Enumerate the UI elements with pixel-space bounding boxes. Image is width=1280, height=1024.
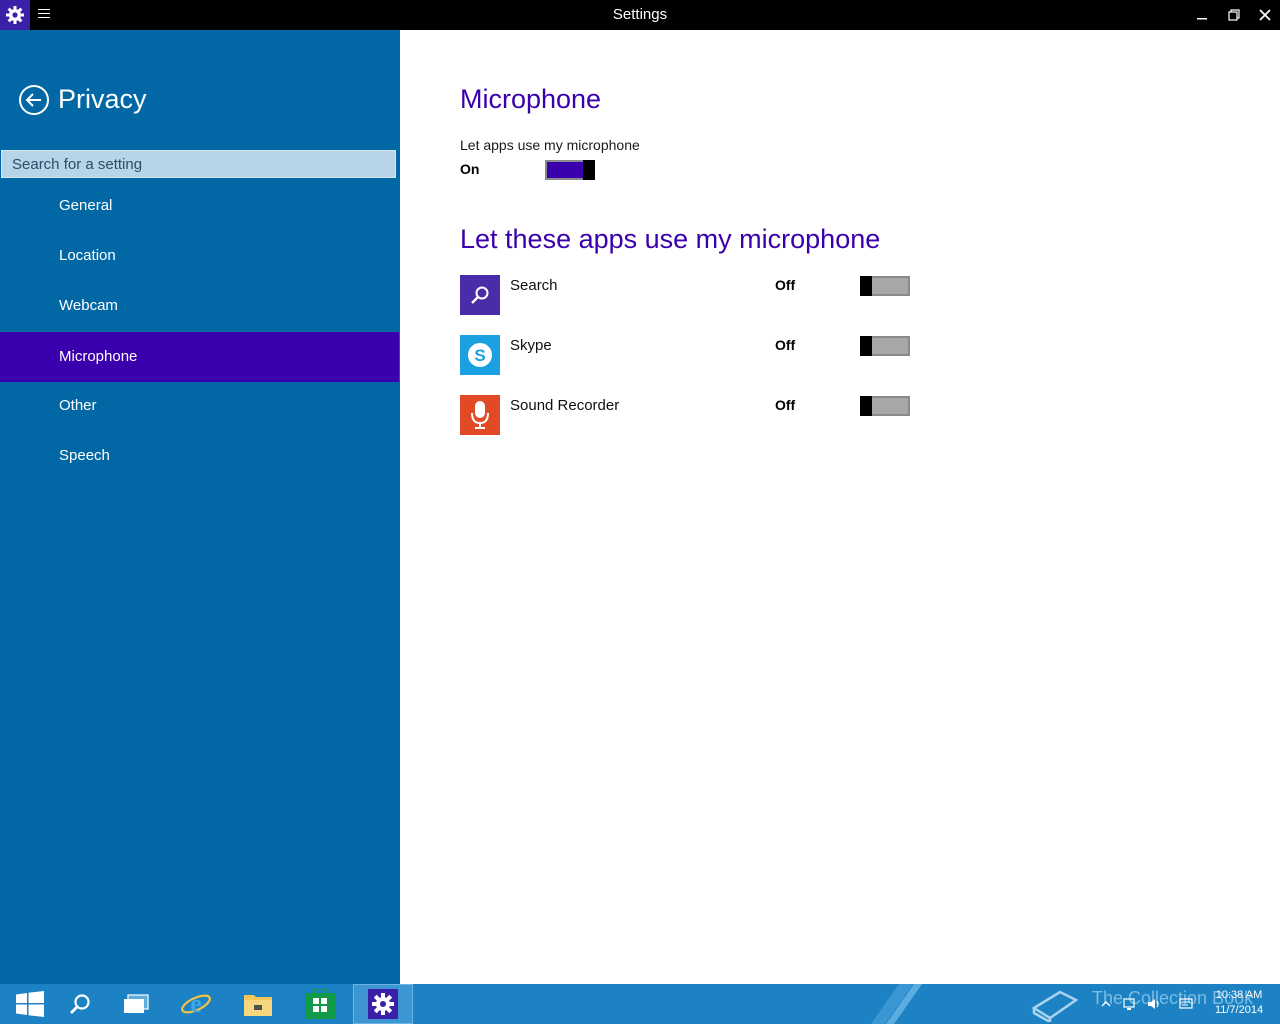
window-title: Settings	[612, 6, 668, 23]
store-icon[interactable]	[290, 984, 350, 1024]
restore-button[interactable]	[1218, 0, 1250, 30]
network-icon[interactable]	[1122, 996, 1138, 1012]
clock[interactable]: 10:38 AM 11/7/2014	[1204, 988, 1274, 1018]
search-box[interactable]	[1, 150, 396, 178]
sidebar-item-speech[interactable]: Speech	[0, 431, 399, 481]
search-icon	[460, 275, 500, 315]
app-name: Skype	[510, 337, 552, 354]
sidebar-item-general[interactable]: General	[0, 181, 399, 231]
svg-text:S: S	[474, 346, 485, 365]
sidebar-item-microphone[interactable]: Microphone	[0, 332, 399, 382]
skype-app-toggle[interactable]	[860, 336, 910, 356]
title-bar: Settings	[0, 0, 1280, 30]
file-explorer-icon[interactable]	[228, 984, 288, 1024]
sidebar-item-location[interactable]: Location	[0, 231, 399, 281]
volume-icon[interactable]	[1146, 996, 1162, 1012]
taskbar-settings-app[interactable]	[353, 984, 413, 1024]
search-app-toggle[interactable]	[860, 276, 910, 296]
toggle-knob	[860, 336, 872, 356]
windows-logo-icon	[16, 991, 44, 1017]
svg-text:e: e	[190, 989, 202, 1018]
app-row-skype: S Skype Off	[460, 335, 920, 375]
book-logo-icon	[1030, 986, 1080, 1024]
sidebar-title: Privacy	[58, 84, 147, 114]
app-row-search: Search Off	[460, 275, 920, 315]
clock-time: 10:38 AM	[1215, 989, 1263, 1001]
app-state: Off	[775, 337, 796, 353]
task-view-icon[interactable]	[106, 984, 166, 1024]
clock-date: 11/7/2014	[1214, 1004, 1264, 1016]
microphone-setting-label: Let apps use my microphone	[460, 137, 640, 153]
close-button[interactable]	[1249, 0, 1280, 30]
app-name: Sound Recorder	[510, 397, 620, 414]
app-row-sound-recorder: Sound Recorder Off	[460, 395, 920, 435]
page-title: Microphone	[460, 84, 602, 114]
minimize-button[interactable]	[1186, 0, 1218, 30]
action-center-icon[interactable]	[1178, 996, 1194, 1012]
app-state: Off	[775, 277, 796, 293]
toggle-knob	[860, 276, 872, 296]
search-input[interactable]	[2, 151, 395, 177]
taskbar-search-icon[interactable]	[50, 984, 110, 1024]
back-arrow-icon[interactable]	[18, 84, 50, 116]
microphone-icon	[460, 395, 500, 435]
toggle-knob	[860, 396, 872, 416]
app-name: Search	[510, 277, 558, 294]
settings-gear-icon	[368, 989, 398, 1019]
microphone-toggle[interactable]	[545, 160, 595, 180]
microphone-state-label: On	[460, 161, 480, 177]
internet-explorer-icon[interactable]: e	[166, 984, 226, 1024]
apps-section-title: Let these apps use my microphone	[460, 224, 881, 254]
show-hidden-icons-icon[interactable]	[1098, 996, 1114, 1012]
taskbar: e The Collection Book 10:38 AM 11/7/2014	[0, 984, 1280, 1024]
sidebar-item-other[interactable]: Other	[0, 381, 399, 431]
app-state: Off	[775, 397, 796, 413]
main-content: Microphone Let apps use my microphone On…	[400, 30, 1280, 984]
skype-icon: S	[460, 335, 500, 375]
sidebar-item-webcam[interactable]: Webcam	[0, 281, 399, 331]
toggle-knob	[583, 160, 595, 180]
sidebar: Privacy General Location Webcam Micropho…	[0, 30, 400, 984]
sound-recorder-app-toggle[interactable]	[860, 396, 910, 416]
